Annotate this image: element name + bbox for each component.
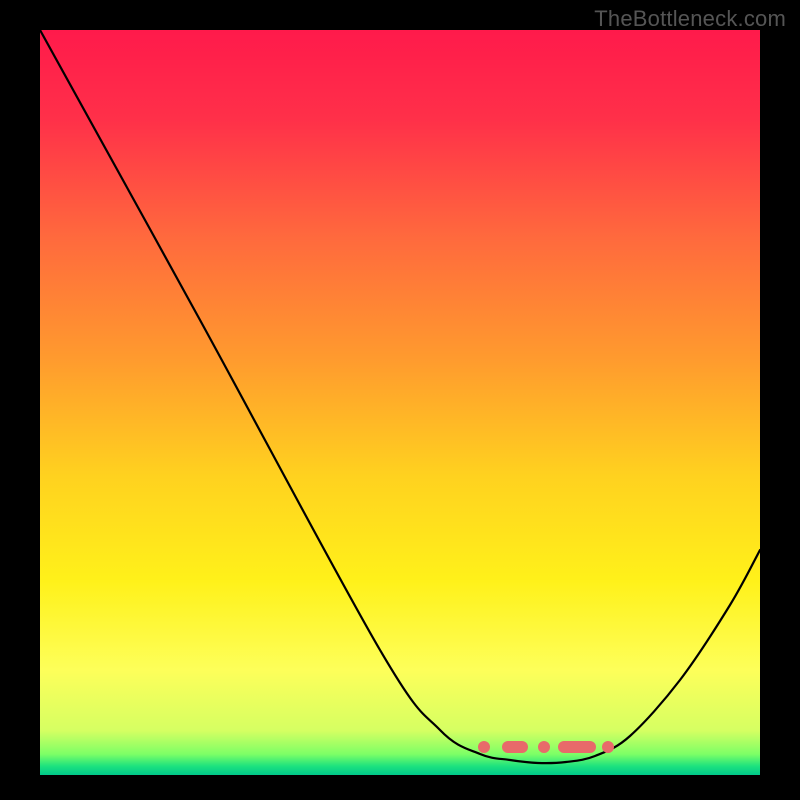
gradient-background: [40, 30, 760, 775]
marker-segment: [502, 741, 528, 753]
marker-segment: [478, 741, 490, 753]
marker-segment: [602, 741, 614, 753]
chart-svg: [40, 30, 760, 775]
marker-segment: [558, 741, 596, 753]
plot-area: [40, 30, 760, 775]
marker-segment: [538, 741, 550, 753]
chart-stage: TheBottleneck.com: [0, 0, 800, 800]
watermark-label: TheBottleneck.com: [594, 6, 786, 32]
